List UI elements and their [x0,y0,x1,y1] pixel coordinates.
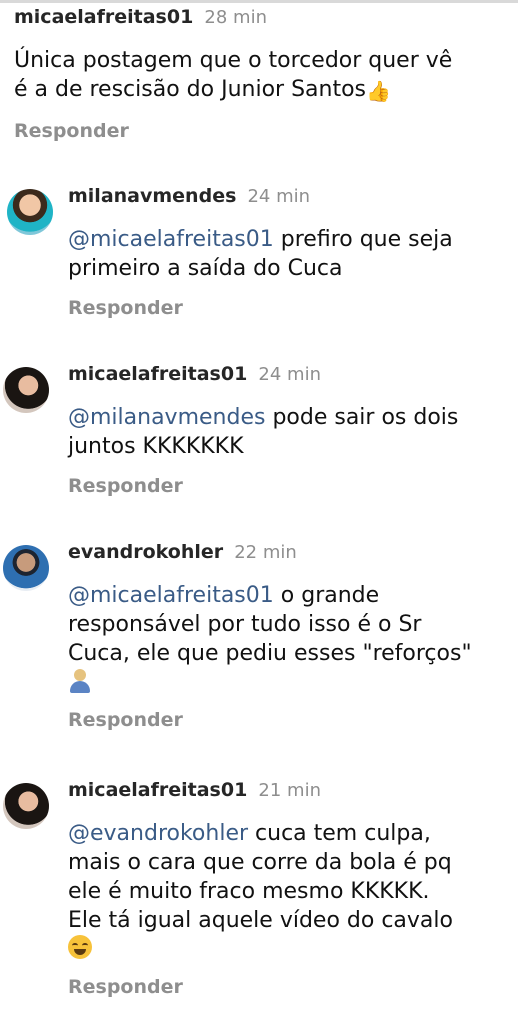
comment-2: milanavmendes 24 min @micaelafreitas01 p… [68,185,518,319]
avatar[interactable] [7,189,53,235]
comment-text-line: Única postagem que o torcedor quer vê [14,48,453,73]
comment-time: 22 min [234,542,297,563]
comment-time: 24 min [247,186,311,207]
comment-username[interactable]: micaelafreitas01 [68,363,247,385]
comment-time: 21 min [258,780,321,801]
comment-text: @micaelafreitas01 o grande responsável p… [68,581,518,697]
comment-time: 28 min [204,7,267,28]
mention-link[interactable]: @micaelafreitas01 [68,227,274,252]
reply-button[interactable]: Responder [68,709,518,731]
comment-username[interactable]: milanavmendes [68,185,236,207]
comment-text-line: Ele tá igual aquele vídeo do cavalo [68,908,453,933]
comment-text-line: primeiro a saída do Cuca [68,256,343,281]
comment-text: Única postagem que o torcedor quer vê é … [14,46,518,104]
comment-text-line: responsável por tudo isso é o Sr [68,612,422,637]
comment-text: @evandrokohler cuca tem culpa, mais o ca… [68,819,518,964]
comment-text-line: é a de rescisão do Junior Santos [14,77,366,102]
comment-text-line: cuca tem culpa, [248,821,431,846]
comment-3: micaelafreitas01 24 min @milanavmendes p… [68,363,518,497]
comment-text-line: Cuca, ele que pediu esses "reforços" [68,641,472,666]
comment-text-line: ele é muito fraco mesmo KKKKK. [68,879,430,904]
face-with-tears-of-joy-icon [68,935,92,959]
avatar[interactable] [3,783,49,829]
mention-link[interactable]: @milanavmendes [68,405,265,430]
comment-username[interactable]: evandrokohler [68,541,223,563]
avatar[interactable] [3,367,49,413]
comment-4: evandrokohler 22 min @micaelafreitas01 o… [68,541,518,731]
top-divider [0,0,518,3]
comment-time: 24 min [258,364,321,385]
avatar[interactable] [3,545,49,591]
comment-1: micaelafreitas01 28 min Única postagem q… [14,6,518,142]
comment-text-line: pode sair os dois [265,405,459,430]
comment-text: @micaelafreitas01 prefiro que seja prime… [68,225,518,283]
comment-5: micaelafreitas01 21 min @evandrokohler c… [68,779,518,998]
comment-text-line: mais o cara que corre da bola é pq [68,850,452,875]
comment-username[interactable]: micaelafreitas01 [14,6,193,28]
reply-button[interactable]: Responder [14,120,518,142]
reply-button[interactable]: Responder [68,297,518,319]
comment-text-line: prefiro que seja [273,227,453,252]
reply-button[interactable]: Responder [68,475,518,497]
comment-username[interactable]: micaelafreitas01 [68,779,247,801]
comment-text-line: juntos KKKKKKK [68,434,244,459]
reply-button[interactable]: Responder [68,976,518,998]
person-shrugging-icon [68,669,92,693]
comment-text-line: o grande [273,583,380,608]
mention-link[interactable]: @micaelafreitas01 [68,583,274,608]
mention-link[interactable]: @evandrokohler [68,821,248,846]
thumbs-up-icon: 👍 [366,79,391,103]
comment-text: @milanavmendes pode sair os dois juntos … [68,403,518,461]
